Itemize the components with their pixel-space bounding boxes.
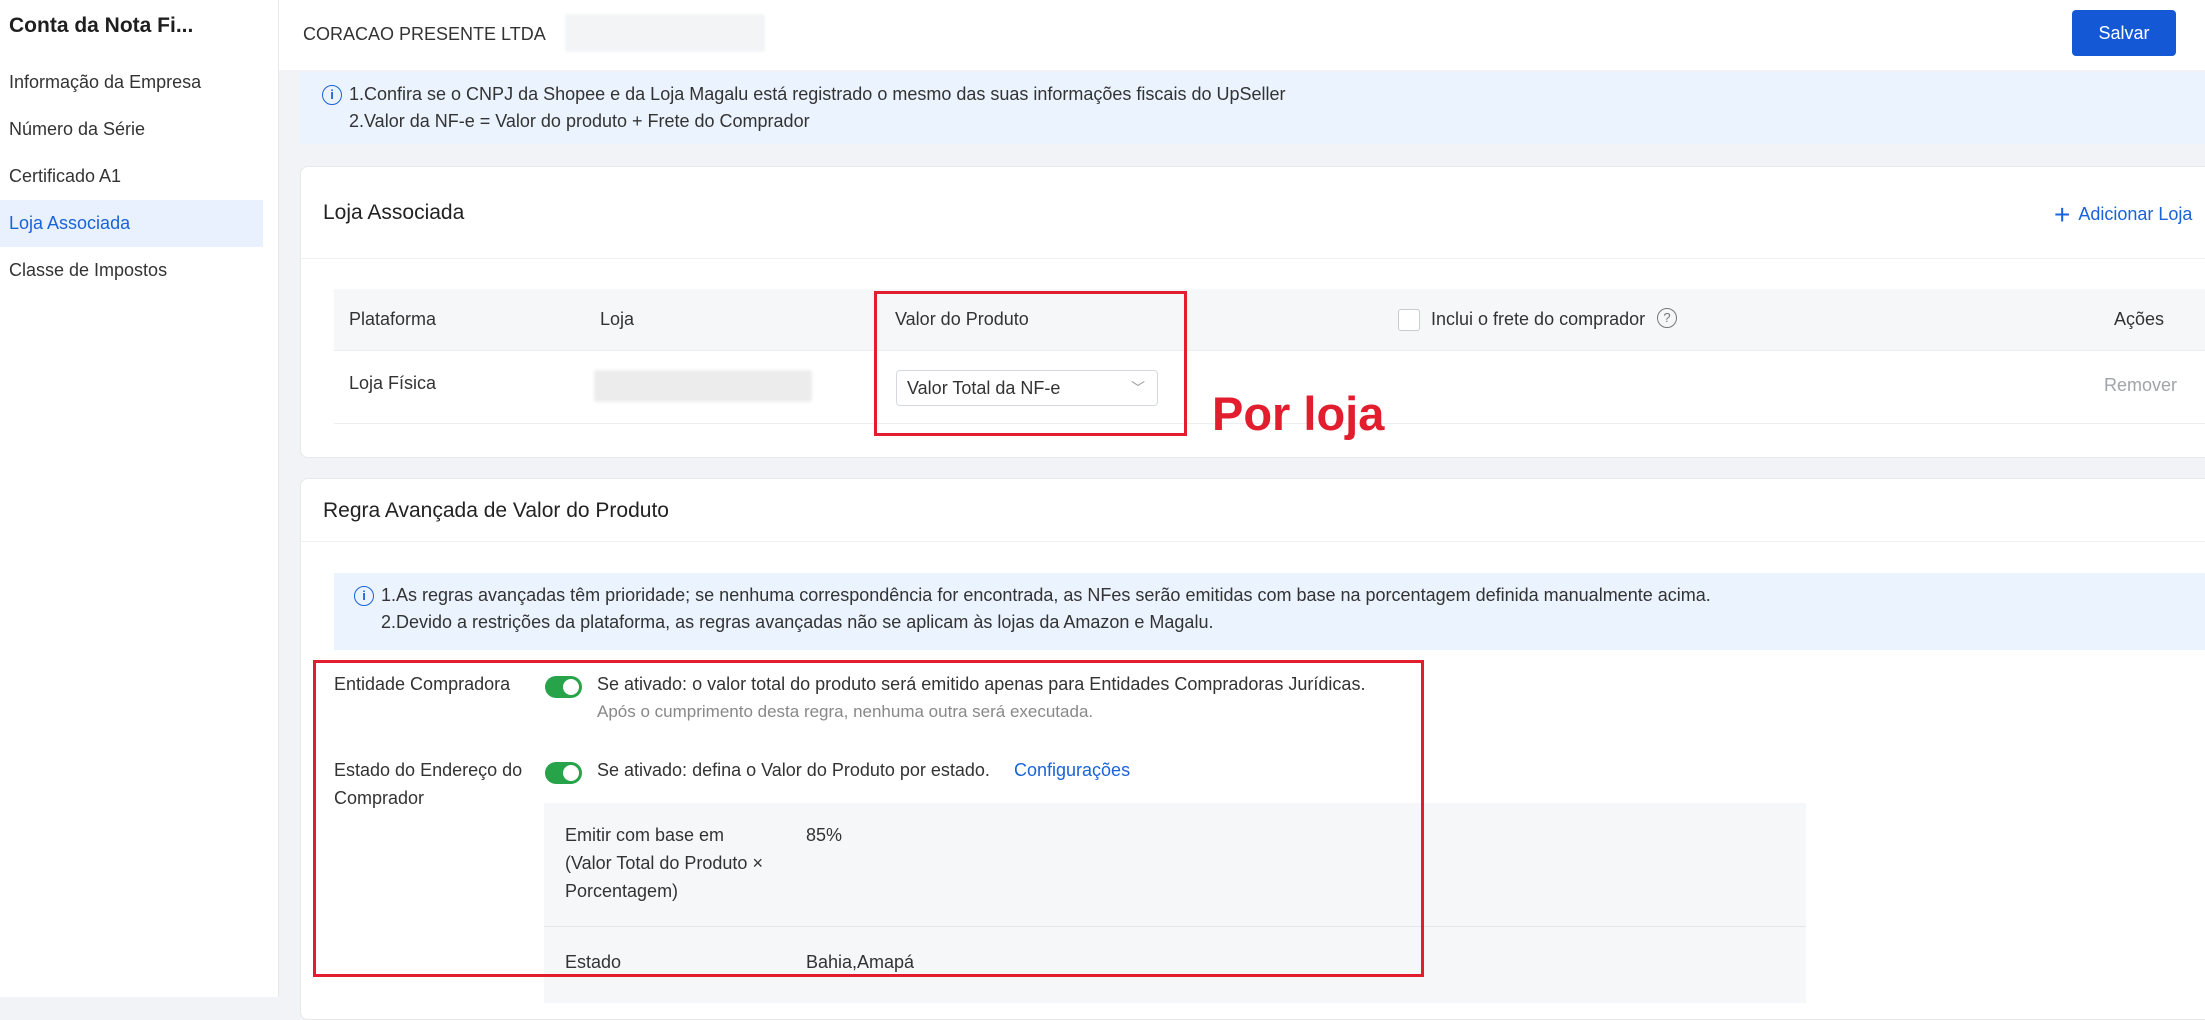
add-loja-label: Adicionar Loja bbox=[2078, 204, 2193, 224]
col-frete: Inclui o frete do comprador bbox=[1431, 309, 1646, 329]
regra-info-banner: i 1.As regras avançadas têm prioridade; … bbox=[334, 573, 2205, 650]
frete-checkbox[interactable] bbox=[1398, 309, 1420, 331]
help-icon[interactable]: ? bbox=[1657, 308, 1677, 328]
sidebar-item-loja-associada[interactable]: Loja Associada bbox=[0, 200, 263, 247]
company-name: CORACAO PRESENTE LTDA bbox=[303, 24, 546, 44]
redacted-field bbox=[565, 14, 765, 52]
regra-info-line-2: 2.Devido a restrições da plataforma, as … bbox=[381, 612, 1214, 632]
panel-divider bbox=[301, 258, 2205, 259]
panel-title-loja: Loja Associada bbox=[323, 201, 465, 224]
col-loja: Loja bbox=[600, 309, 635, 329]
info-icon: i bbox=[354, 586, 374, 606]
row-plataforma: Loja Física bbox=[349, 373, 437, 393]
redacted-loja bbox=[594, 370, 812, 402]
sidebar-item-numero-serie[interactable]: Número da Série bbox=[0, 106, 263, 153]
panel-divider bbox=[301, 541, 2205, 542]
sidebar-title: Conta da Nota Fi... bbox=[9, 14, 194, 37]
highlight-box-valor bbox=[874, 291, 1187, 436]
sidebar: Conta da Nota Fi... Informação da Empres… bbox=[0, 0, 279, 997]
add-loja-button[interactable]: + Adicionar Loja bbox=[2054, 199, 2192, 231]
col-acoes: Ações bbox=[2114, 309, 2165, 329]
info-line-1: 1.Confira se o CNPJ da Shopee e da Loja … bbox=[349, 84, 1286, 104]
info-banner: i 1.Confira se o CNPJ da Shopee e da Loj… bbox=[300, 72, 2205, 144]
table-header: Plataforma Loja Valor do Produto Inclui … bbox=[334, 289, 2205, 351]
regra-info-line-1: 1.As regras avançadas têm prioridade; se… bbox=[381, 585, 1711, 605]
sidebar-item-informacao-empresa[interactable]: Informação da Empresa bbox=[0, 59, 263, 106]
annotation-por-loja: Por loja bbox=[1212, 387, 1385, 440]
panel-title-regra: Regra Avançada de Valor do Produto bbox=[323, 499, 669, 522]
sidebar-item-classe-impostos[interactable]: Classe de Impostos bbox=[0, 247, 263, 294]
sidebar-item-certificado[interactable]: Certificado A1 bbox=[0, 153, 263, 200]
plus-icon: + bbox=[2054, 199, 2071, 230]
remover-link[interactable]: Remover bbox=[2104, 375, 2177, 396]
highlight-box-regras bbox=[313, 660, 1424, 977]
save-button[interactable]: Salvar bbox=[2072, 10, 2176, 56]
info-icon: i bbox=[322, 85, 342, 105]
col-plataforma: Plataforma bbox=[349, 309, 437, 329]
info-line-2: 2.Valor da NF-e = Valor do produto + Fre… bbox=[349, 111, 810, 131]
top-bar: CORACAO PRESENTE LTDA Salvar bbox=[279, 0, 2205, 70]
